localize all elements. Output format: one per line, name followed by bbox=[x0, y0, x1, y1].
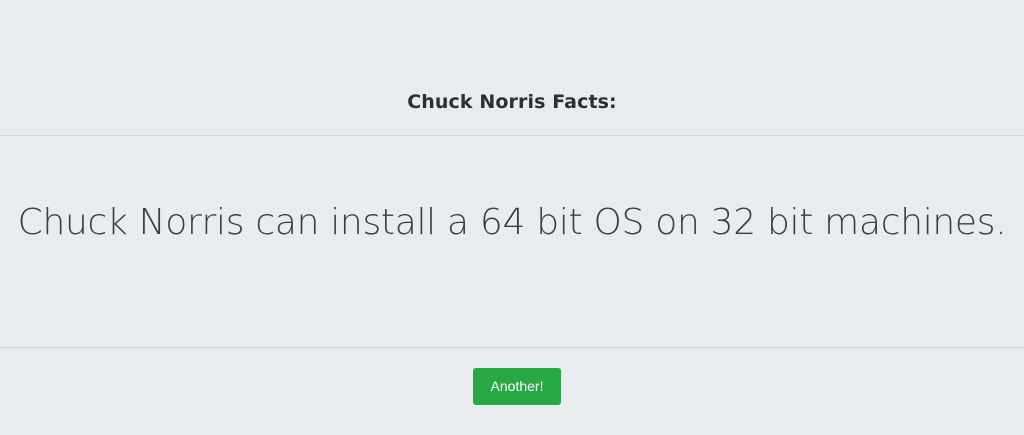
fact-text: Chuck Norris can install a 64 bit OS on … bbox=[17, 202, 1007, 243]
header-section: Chuck Norris Facts: bbox=[0, 0, 1024, 136]
page-title: Chuck Norris Facts: bbox=[407, 91, 617, 113]
another-button[interactable]: Another! bbox=[473, 368, 561, 405]
page: Chuck Norris Facts: Chuck Norris can ins… bbox=[0, 0, 1024, 435]
fact-section: Chuck Norris can install a 64 bit OS on … bbox=[0, 136, 1024, 348]
